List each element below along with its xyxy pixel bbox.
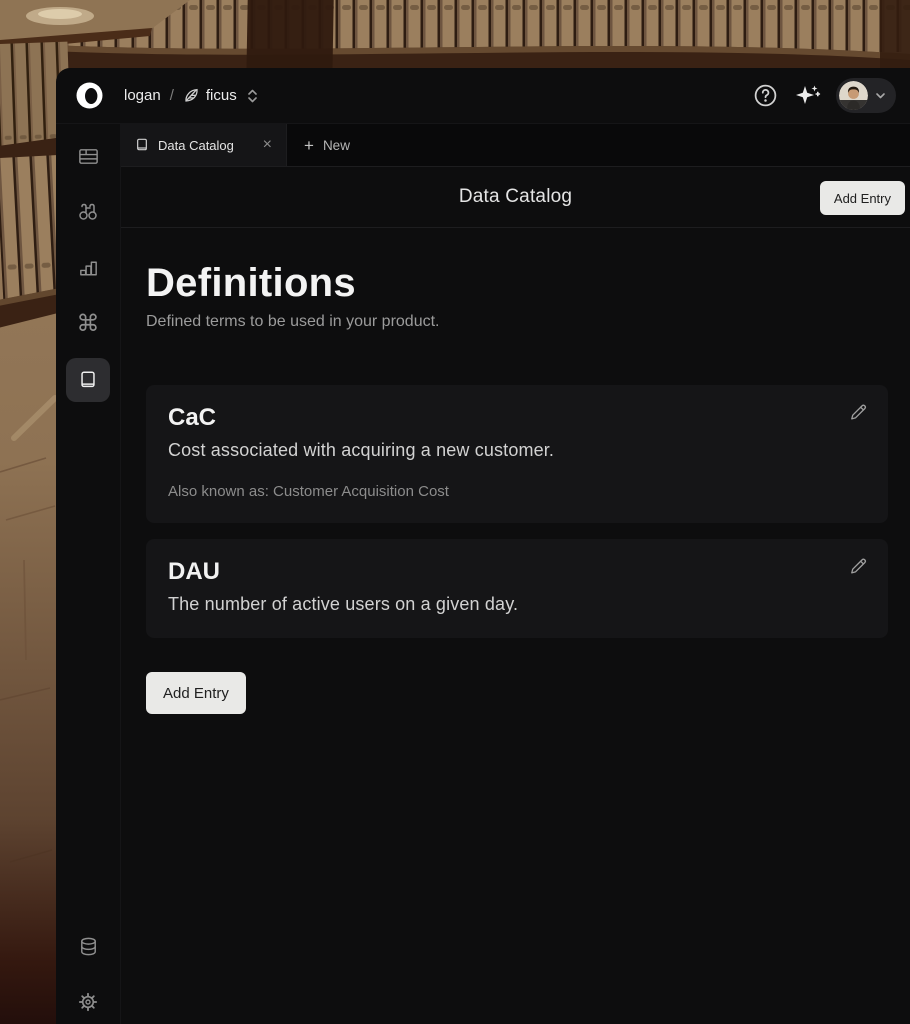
tab-bar: Data Catalog × + New bbox=[121, 124, 910, 167]
table-icon bbox=[77, 145, 100, 168]
sidebar-item-explore[interactable] bbox=[66, 190, 110, 234]
book-icon bbox=[134, 137, 150, 153]
title-bar: Data Catalog Add Entry bbox=[121, 167, 910, 228]
sidebar-item-charts[interactable] bbox=[66, 246, 110, 290]
breadcrumb-project[interactable]: ficus bbox=[183, 87, 237, 104]
definitions-subheading: Defined terms to be used in your product… bbox=[146, 313, 888, 331]
breadcrumb-separator: / bbox=[170, 87, 174, 104]
sidebar-item-data-catalog[interactable] bbox=[66, 358, 110, 402]
sidebar-item-tables[interactable] bbox=[66, 134, 110, 178]
database-icon bbox=[77, 935, 100, 958]
help-button[interactable] bbox=[753, 83, 778, 108]
add-entry-button-top[interactable]: Add Entry bbox=[820, 181, 905, 215]
sparkle-icon bbox=[793, 82, 821, 110]
new-tab-button[interactable]: + New bbox=[287, 124, 367, 166]
tab-close-button[interactable]: × bbox=[259, 135, 276, 155]
term-title: DAU bbox=[168, 558, 866, 586]
sidebar-item-databases[interactable] bbox=[66, 924, 110, 968]
main-area: Data Catalog × + New Data Catalog Add En… bbox=[120, 124, 910, 1024]
term-title: CaC bbox=[168, 404, 866, 432]
window-body: ⌘ bbox=[56, 124, 910, 1024]
definition-card-dau: DAU The number of active users on a give… bbox=[146, 539, 888, 638]
pencil-icon bbox=[848, 402, 869, 423]
close-icon: × bbox=[263, 136, 272, 153]
screen: logan / ficus bbox=[0, 0, 910, 1024]
command-icon: ⌘ bbox=[77, 313, 100, 336]
ai-assistant-button[interactable] bbox=[793, 82, 821, 110]
add-entry-button-bottom[interactable]: Add Entry bbox=[146, 672, 246, 714]
sidebar: ⌘ bbox=[56, 124, 120, 1024]
content: Definitions Defined terms to be used in … bbox=[121, 228, 910, 1024]
book-icon bbox=[77, 369, 99, 391]
project-switcher-icon[interactable] bbox=[246, 88, 259, 104]
bar-chart-icon bbox=[77, 257, 100, 280]
avatar bbox=[839, 81, 868, 110]
sidebar-item-settings[interactable] bbox=[66, 980, 110, 1024]
breadcrumb-project-label: ficus bbox=[206, 87, 237, 104]
help-circle-icon bbox=[753, 83, 778, 108]
edit-entry-button[interactable] bbox=[846, 400, 871, 425]
definitions-heading: Definitions bbox=[146, 261, 888, 306]
tab-data-catalog[interactable]: Data Catalog × bbox=[121, 124, 287, 166]
term-definition: Cost associated with acquiring a new cus… bbox=[168, 440, 866, 461]
new-tab-label: New bbox=[323, 138, 350, 153]
tab-label: Data Catalog bbox=[158, 138, 234, 153]
app-header: logan / ficus bbox=[56, 68, 910, 124]
breadcrumb: logan / ficus bbox=[124, 87, 259, 104]
edit-entry-button[interactable] bbox=[846, 554, 871, 579]
definition-card-cac: CaC Cost associated with acquiring a new… bbox=[146, 385, 888, 523]
plus-icon: + bbox=[304, 137, 314, 154]
pencil-icon bbox=[848, 556, 869, 577]
page-title: Data Catalog bbox=[459, 186, 572, 208]
term-also-known-as: Also known as: Customer Acquisition Cost bbox=[168, 483, 866, 500]
gear-icon bbox=[76, 990, 100, 1014]
feather-icon bbox=[183, 87, 200, 104]
definition-list: CaC Cost associated with acquiring a new… bbox=[146, 385, 888, 638]
app-logo-icon bbox=[76, 82, 103, 109]
breadcrumb-workspace[interactable]: logan bbox=[124, 87, 161, 104]
binoculars-icon bbox=[76, 200, 100, 224]
app-window: logan / ficus bbox=[56, 68, 910, 1024]
sidebar-item-commands[interactable]: ⌘ bbox=[66, 302, 110, 346]
header-actions bbox=[753, 78, 896, 113]
sidebar-bottom bbox=[66, 924, 110, 1024]
chevron-down-icon bbox=[874, 89, 887, 102]
account-menu-button[interactable] bbox=[836, 78, 896, 113]
term-definition: The number of active users on a given da… bbox=[168, 594, 866, 615]
